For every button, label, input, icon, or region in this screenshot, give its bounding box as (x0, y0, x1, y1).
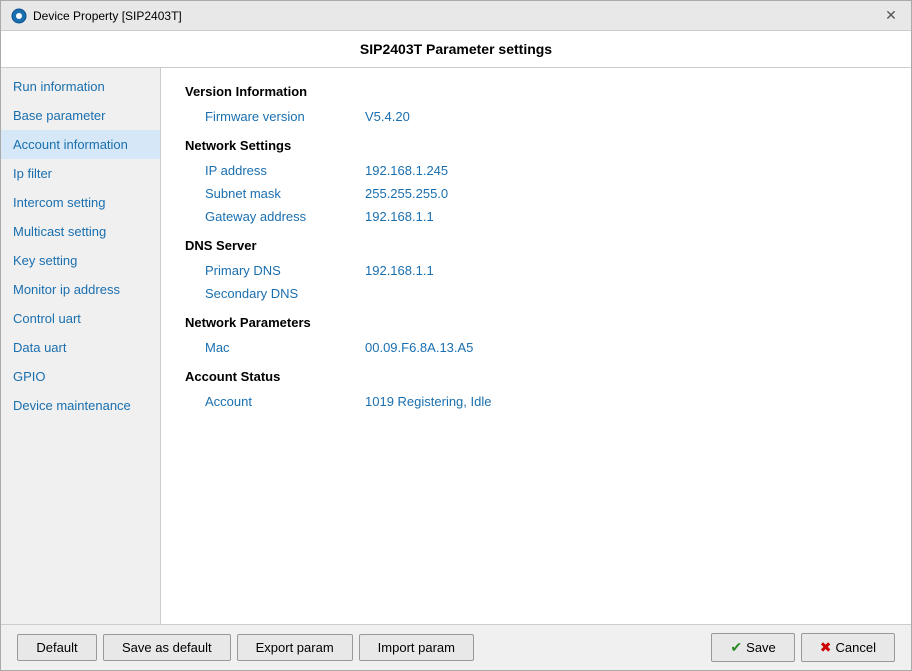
info-row-secondary-dns: Secondary DNS (185, 282, 887, 305)
info-row-firmware-version: Firmware version V5.4.20 (185, 105, 887, 128)
sidebar-item-control-uart[interactable]: Control uart (1, 304, 160, 333)
dialog-title: SIP2403T Parameter settings (360, 41, 552, 57)
cancel-button-label: Cancel (836, 640, 876, 655)
sidebar-item-gpio[interactable]: GPIO (1, 362, 160, 391)
sidebar-item-device-maintenance[interactable]: Device maintenance (1, 391, 160, 420)
value-gateway-address: 192.168.1.1 (365, 209, 434, 224)
cancel-button[interactable]: ✖ Cancel (801, 633, 895, 662)
value-account: 1019 Registering, Idle (365, 394, 491, 409)
sidebar-item-data-uart[interactable]: Data uart (1, 333, 160, 362)
sidebar-item-intercom-setting[interactable]: Intercom setting (1, 188, 160, 217)
dialog-footer: Default Save as default Export param Imp… (1, 624, 911, 670)
footer-left-buttons: Default Save as default Export param Imp… (17, 634, 474, 661)
section-title-account-status: Account Status (185, 369, 887, 384)
sidebar-item-multicast-setting[interactable]: Multicast setting (1, 217, 160, 246)
sidebar-item-base-parameter[interactable]: Base parameter (1, 101, 160, 130)
section-title-dns-server: DNS Server (185, 238, 887, 253)
dialog-body: Run information Base parameter Account i… (1, 68, 911, 624)
info-row-account: Account 1019 Registering, Idle (185, 390, 887, 413)
check-icon: ✔ (730, 639, 742, 656)
value-firmware-version: V5.4.20 (365, 109, 410, 124)
label-mac: Mac (205, 340, 365, 355)
window-title: Device Property [SIP2403T] (33, 9, 182, 23)
sidebar-item-run-information[interactable]: Run information (1, 72, 160, 101)
section-title-version-information: Version Information (185, 84, 887, 99)
info-row-subnet-mask: Subnet mask 255.255.255.0 (185, 182, 887, 205)
title-bar-left: Device Property [SIP2403T] (11, 8, 182, 24)
sidebar-item-key-setting[interactable]: Key setting (1, 246, 160, 275)
section-title-network-settings: Network Settings (185, 138, 887, 153)
value-ip-address: 192.168.1.245 (365, 163, 448, 178)
info-row-mac: Mac 00.09.F6.8A.13.A5 (185, 336, 887, 359)
save-button-label: Save (746, 640, 776, 655)
save-as-default-button[interactable]: Save as default (103, 634, 231, 661)
label-subnet-mask: Subnet mask (205, 186, 365, 201)
sidebar-item-monitor-ip-address[interactable]: Monitor ip address (1, 275, 160, 304)
section-title-network-parameters: Network Parameters (185, 315, 887, 330)
info-row-ip-address: IP address 192.168.1.245 (185, 159, 887, 182)
label-gateway-address: Gateway address (205, 209, 365, 224)
close-button[interactable]: ✕ (881, 7, 901, 25)
info-row-gateway-address: Gateway address 192.168.1.1 (185, 205, 887, 228)
label-primary-dns: Primary DNS (205, 263, 365, 278)
sidebar: Run information Base parameter Account i… (1, 68, 161, 624)
content-area: Version Information Firmware version V5.… (161, 68, 911, 624)
label-firmware-version: Firmware version (205, 109, 365, 124)
label-account: Account (205, 394, 365, 409)
export-param-button[interactable]: Export param (237, 634, 353, 661)
footer-right-buttons: ✔ Save ✖ Cancel (711, 633, 895, 662)
sidebar-item-account-information[interactable]: Account information (1, 130, 160, 159)
title-bar: Device Property [SIP2403T] ✕ (1, 1, 911, 31)
value-subnet-mask: 255.255.255.0 (365, 186, 448, 201)
label-secondary-dns: Secondary DNS (205, 286, 365, 301)
value-mac: 00.09.F6.8A.13.A5 (365, 340, 473, 355)
x-icon: ✖ (820, 639, 832, 656)
info-row-primary-dns: Primary DNS 192.168.1.1 (185, 259, 887, 282)
label-ip-address: IP address (205, 163, 365, 178)
import-param-button[interactable]: Import param (359, 634, 474, 661)
sidebar-item-ip-filter[interactable]: Ip filter (1, 159, 160, 188)
default-button[interactable]: Default (17, 634, 97, 661)
save-button[interactable]: ✔ Save (711, 633, 794, 662)
value-primary-dns: 192.168.1.1 (365, 263, 434, 278)
dialog-header: SIP2403T Parameter settings (1, 31, 911, 68)
device-icon (11, 8, 27, 24)
device-property-window: Device Property [SIP2403T] ✕ SIP2403T Pa… (0, 0, 912, 671)
